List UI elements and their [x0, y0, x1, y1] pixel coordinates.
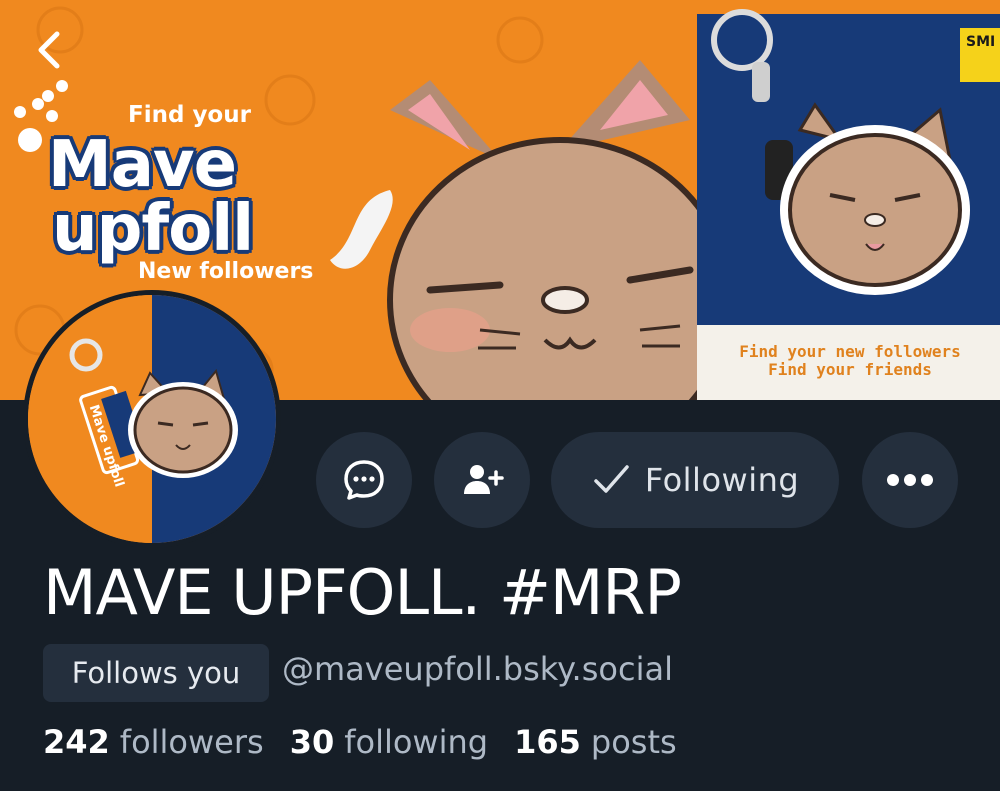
- following-label: Following: [644, 461, 800, 499]
- back-button[interactable]: [22, 22, 78, 78]
- profile-handle: @maveupfoll.bsky.social: [282, 650, 673, 688]
- avatar[interactable]: Mave upfoll: [28, 295, 276, 543]
- followers-stat[interactable]: 242 followers: [43, 723, 264, 761]
- following-button[interactable]: Following: [551, 432, 839, 528]
- poster-text-line2: Find your friends: [768, 360, 932, 379]
- avatar-image: [28, 295, 276, 543]
- more-icon: [887, 474, 933, 486]
- banner-find-your-text: Find your: [128, 102, 251, 128]
- poster-text-line1: Find your new followers: [739, 342, 961, 361]
- message-button[interactable]: [316, 432, 412, 528]
- posts-count: 165: [514, 723, 581, 761]
- posts-stat: 165 posts: [514, 723, 677, 761]
- back-arrow-icon: [38, 31, 60, 69]
- banner-brand-line1: Mave: [48, 128, 237, 202]
- following-stat[interactable]: 30 following: [290, 723, 488, 761]
- followers-count: 242: [43, 723, 110, 761]
- more-options-button[interactable]: [862, 432, 958, 528]
- poster-badge-text: SMI: [966, 34, 996, 50]
- check-icon: [594, 465, 629, 493]
- display-name: MAVE UPFOLL. #MRP: [43, 556, 682, 629]
- follows-you-badge: Follows you: [43, 644, 269, 702]
- profile-stats: 242 followers 30 following 165 posts: [43, 723, 677, 761]
- add-person-icon: [464, 465, 504, 494]
- message-icon: [344, 460, 384, 500]
- banner-brand-line2: upfoll: [52, 192, 254, 266]
- banner-new-followers-text: New followers: [138, 259, 314, 284]
- following-stat-label: following: [344, 723, 489, 761]
- following-count: 30: [289, 723, 335, 761]
- add-to-list-button[interactable]: [434, 432, 530, 528]
- posts-label: posts: [590, 723, 677, 761]
- followers-label: followers: [119, 723, 264, 761]
